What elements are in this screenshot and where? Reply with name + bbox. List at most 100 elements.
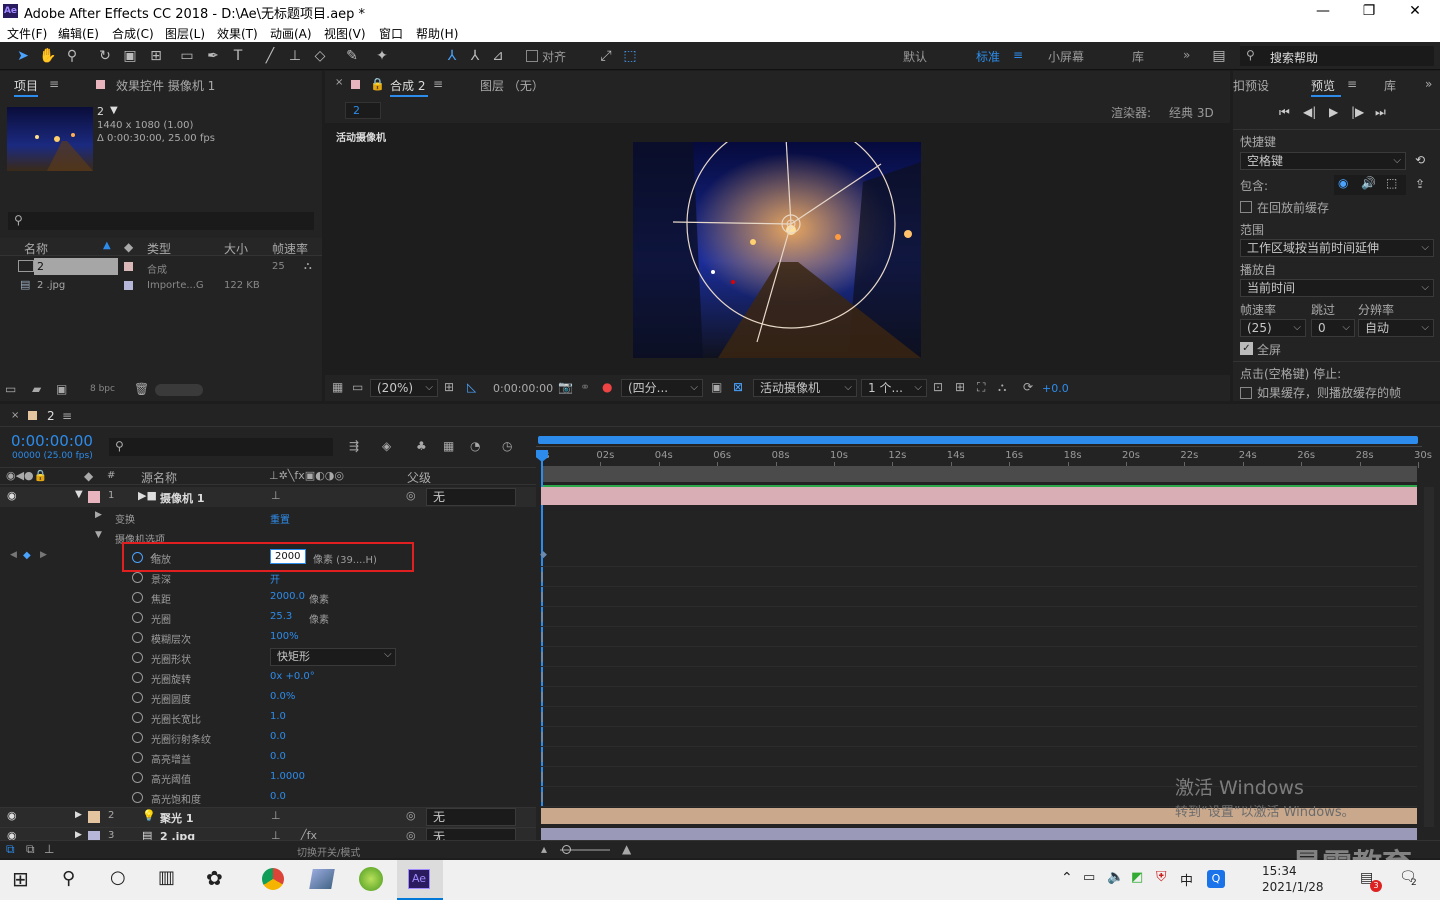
- chrome-icon[interactable]: [262, 868, 284, 890]
- menu-window[interactable]: 窗口: [379, 25, 403, 42]
- zoom-out-icon[interactable]: ▴: [541, 842, 547, 856]
- mask-visibility-icon[interactable]: ◺: [467, 380, 476, 394]
- play-from-dropdown[interactable]: 当前时间 ⌵: [1240, 279, 1434, 297]
- snap-option-icon[interactable]: ⤢: [596, 46, 616, 66]
- new-folder-icon[interactable]: ▰: [32, 382, 41, 396]
- property-value[interactable]: 0.0%: [270, 691, 295, 702]
- zoom-dropdown[interactable]: (20%) ⌵: [370, 379, 438, 397]
- pickwhip-icon[interactable]: ◎: [406, 809, 416, 822]
- play-icon[interactable]: ▶: [1329, 105, 1338, 119]
- layer-label-color[interactable]: [88, 491, 100, 503]
- view-axis-icon[interactable]: ⊿: [488, 46, 508, 66]
- puppet-tool-icon[interactable]: ✦: [372, 46, 392, 66]
- motion-blur-icon[interactable]: ◔: [470, 439, 480, 453]
- shy-switch-icon[interactable]: ⊥: [271, 489, 281, 502]
- shy-layers-icon[interactable]: ♣: [416, 439, 427, 453]
- network-icon[interactable]: ▭: [1083, 870, 1095, 885]
- panel-menu-icon[interactable]: ≡: [62, 409, 72, 423]
- zoom-in-icon[interactable]: ▲: [622, 842, 631, 856]
- snap-bounds-icon[interactable]: ⬚: [620, 46, 640, 66]
- project-search-input[interactable]: ⚲: [8, 212, 314, 230]
- resolution-dropdown[interactable]: 自动 ⌵: [1358, 319, 1434, 337]
- exposure-value[interactable]: +0.0: [1042, 382, 1069, 395]
- safe-margins-icon[interactable]: ⊞: [444, 380, 454, 394]
- current-time-display[interactable]: 0:00:00:00: [493, 382, 553, 395]
- composition-viewer[interactable]: 活动摄像机: [325, 123, 1230, 375]
- item-label-color[interactable]: [124, 281, 133, 290]
- toggle-switches-modes[interactable]: 切换开关/模式: [297, 844, 360, 859]
- col-type[interactable]: 类型: [147, 240, 171, 257]
- more-panels-icon[interactable]: »: [1425, 77, 1432, 91]
- include-video-icon[interactable]: ◉: [1338, 176, 1348, 190]
- property-value[interactable]: 0.0: [270, 751, 286, 762]
- trash-icon[interactable]: 🗑: [134, 382, 149, 396]
- pinwheel-app-icon[interactable]: ✿: [206, 866, 223, 890]
- bit-depth-button[interactable]: 8 bpc: [90, 384, 115, 394]
- tray-expand-icon[interactable]: ⌃: [1061, 870, 1073, 886]
- cache-checkbox[interactable]: [1240, 201, 1252, 213]
- camera-tool-icon[interactable]: ▣: [120, 46, 140, 66]
- layer-name[interactable]: 摄像机 1: [160, 490, 204, 506]
- nvidia-icon[interactable]: ◩: [1131, 870, 1143, 885]
- interpret-footage-icon[interactable]: ▭: [5, 382, 16, 396]
- first-frame-icon[interactable]: ⏮: [1279, 105, 1290, 120]
- always-preview-icon[interactable]: ▦: [332, 380, 343, 394]
- workspace-small-screen[interactable]: 小屏幕: [1048, 48, 1084, 65]
- property-value[interactable]: 0.0: [270, 731, 286, 742]
- security-icon[interactable]: ⛨: [1156, 869, 1167, 885]
- layer-switches-icon[interactable]: ⊥✲╲fx▣◐◑◎: [269, 469, 344, 482]
- text-tool-icon[interactable]: T: [228, 46, 248, 66]
- reset-exposure-icon[interactable]: ⟳: [1023, 380, 1033, 394]
- fast-preview-icon[interactable]: ⊞: [955, 380, 965, 394]
- lock-icon[interactable]: 🔒: [370, 77, 385, 91]
- color-channels-icon[interactable]: ●: [602, 380, 612, 394]
- include-overlays-icon[interactable]: ⬚: [1386, 176, 1397, 190]
- menu-file[interactable]: 文件(F): [7, 25, 47, 42]
- shy-switch-icon[interactable]: ⊥: [271, 809, 281, 822]
- expand-triangle-icon[interactable]: ▶: [75, 810, 82, 820]
- timeline-icon[interactable]: ⛶: [977, 380, 985, 395]
- tab-library[interactable]: 库: [1384, 77, 1396, 94]
- monitor-icon[interactable]: ▭: [352, 380, 363, 394]
- flowchart-icon[interactable]: ⛬: [304, 259, 312, 273]
- roto-brush-tool-icon[interactable]: ✎: [342, 46, 362, 66]
- property-value[interactable]: 0.0: [270, 791, 286, 802]
- current-timecode[interactable]: 0:00:00:00: [11, 432, 93, 450]
- layer-label-color[interactable]: [88, 811, 100, 823]
- menu-effect[interactable]: 效果(T): [217, 25, 258, 42]
- ime-indicator[interactable]: 中: [1180, 870, 1193, 889]
- next-frame-icon[interactable]: |▶: [1351, 105, 1364, 119]
- local-axis-icon[interactable]: ⅄: [442, 46, 462, 66]
- frame-blending-icon[interactable]: ▦: [443, 439, 454, 453]
- item-label-color[interactable]: [124, 262, 133, 271]
- property-value[interactable]: 0x +0.0°: [270, 671, 315, 682]
- pan-behind-tool-icon[interactable]: ⊞: [146, 46, 166, 66]
- view-layout-dropdown[interactable]: 1 个... ⌵: [861, 379, 927, 397]
- graph-editor-icon[interactable]: ◷: [502, 439, 512, 453]
- tab-composition[interactable]: 合成 2: [390, 77, 425, 94]
- snap-checkbox[interactable]: [526, 50, 538, 62]
- zoom-value-input[interactable]: 2000: [270, 549, 306, 564]
- stopwatch-icon[interactable]: [132, 652, 143, 663]
- thumbnail-scroll[interactable]: [155, 384, 203, 396]
- breadcrumb-item[interactable]: 2: [353, 104, 360, 117]
- pixel-aspect-icon[interactable]: ⊡: [933, 380, 943, 394]
- include-audio-icon[interactable]: 🔊: [1361, 176, 1376, 190]
- fullscreen-checkbox[interactable]: ✓: [1240, 342, 1253, 355]
- in-out-toggle-icon[interactable]: ⊥: [44, 842, 54, 856]
- keyframe-diamond-icon[interactable]: ◆: [23, 550, 31, 561]
- parent-dropdown[interactable]: 无: [426, 808, 516, 826]
- stopwatch-icon[interactable]: [132, 592, 143, 603]
- brush-tool-icon[interactable]: ╱: [260, 46, 280, 66]
- taskbar-after-effects[interactable]: Ae: [397, 860, 443, 900]
- renderer-button[interactable]: 经典 3D: [1169, 104, 1214, 121]
- help-search-box[interactable]: ⚲ 搜索帮助: [1240, 46, 1434, 66]
- property-value[interactable]: 1.0000: [270, 771, 305, 782]
- stopwatch-icon[interactable]: [132, 712, 143, 723]
- rotate-tool-icon[interactable]: ↻: [95, 46, 115, 66]
- clock-date[interactable]: 2021/1/28: [1262, 880, 1324, 894]
- file-app-icon[interactable]: [309, 869, 335, 889]
- clone-stamp-tool-icon[interactable]: ⊥: [285, 46, 305, 66]
- draft-3d-icon[interactable]: ◈: [382, 439, 391, 453]
- stopwatch-icon[interactable]: [132, 792, 143, 803]
